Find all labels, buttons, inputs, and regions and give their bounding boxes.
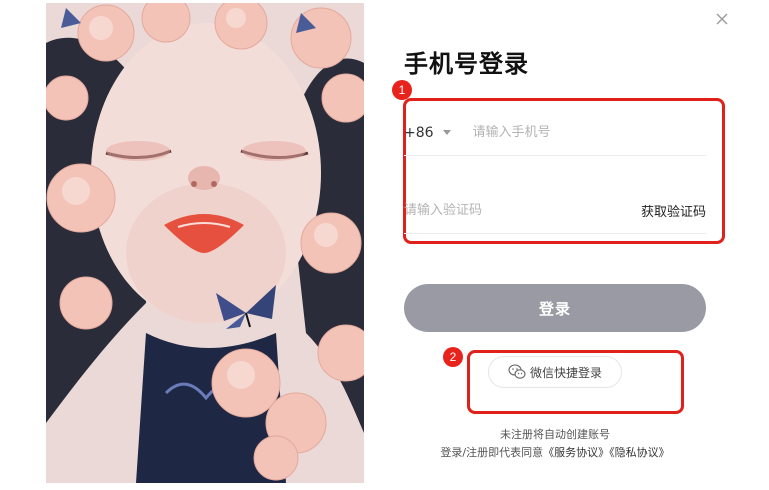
wechat-icon (508, 364, 526, 379)
wechat-login-button[interactable]: 微信快捷登录 (488, 356, 622, 388)
privacy-agreement-link[interactable]: 《隐私协议》 (609, 446, 670, 459)
close-icon[interactable] (712, 9, 732, 29)
annotation-badge-2: 2 (443, 347, 463, 367)
country-code-value: +86 (404, 124, 434, 141)
wechat-login-label: 微信快捷登录 (529, 365, 602, 380)
annotation-badge-1: 1 (392, 80, 412, 100)
portrait-illustration (46, 3, 364, 483)
verification-code-input[interactable] (404, 203, 604, 218)
service-agreement-link[interactable]: 《服务协议》 (543, 446, 609, 459)
auto-register-note: 未注册将自动创建账号 (500, 428, 610, 441)
phone-input[interactable] (472, 125, 673, 140)
agreement-prefix: 登录/注册即代表同意 (440, 446, 544, 459)
login-button[interactable]: 登录 (404, 284, 706, 332)
get-code-button[interactable]: 获取验证码 (641, 201, 706, 220)
page-title: 手机号登录 (404, 50, 529, 78)
chevron-down-icon (442, 130, 451, 135)
code-field-row: 获取验证码 (404, 188, 706, 234)
agreement-text: 登录/注册即代表同意《服务协议》《隐私协议》 (404, 444, 706, 460)
country-code-select[interactable]: +86 (404, 125, 451, 141)
phone-field-row: +86 (404, 110, 706, 156)
